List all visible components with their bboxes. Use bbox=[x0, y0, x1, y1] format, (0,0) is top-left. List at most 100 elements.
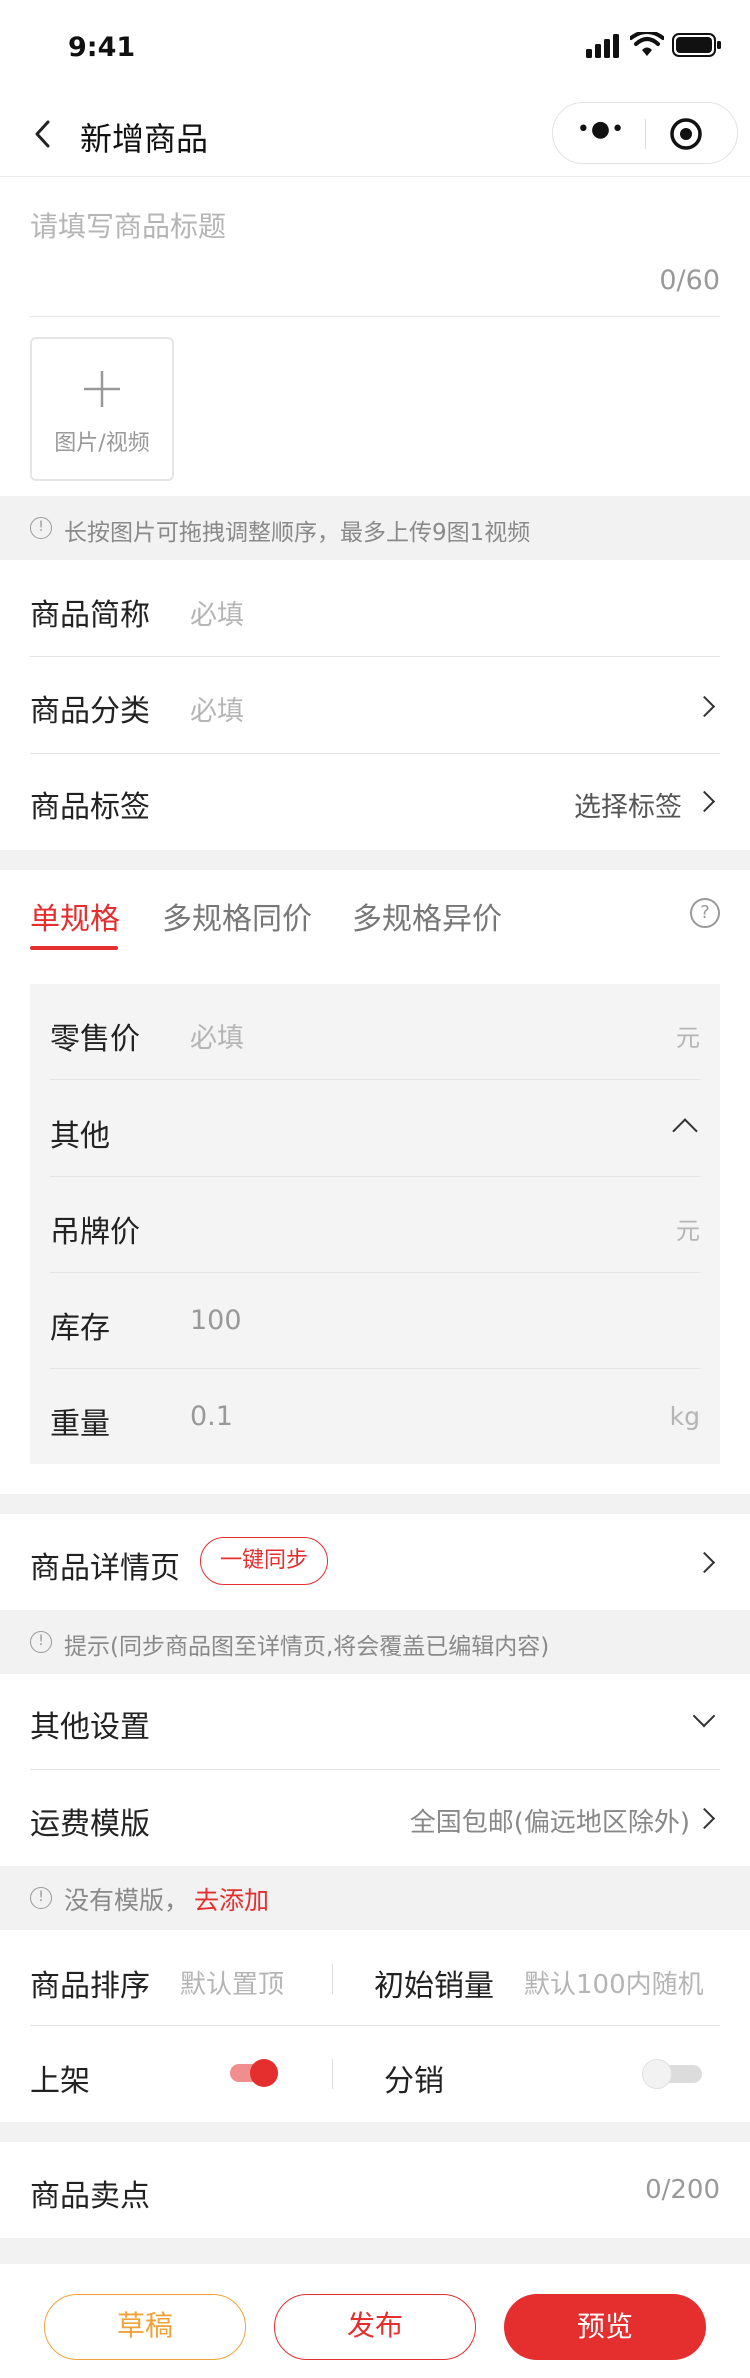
template-tip: 没有模版， bbox=[64, 1886, 190, 1915]
sort-input[interactable]: 默认置顶 bbox=[180, 1964, 284, 2001]
category-input[interactable]: 必填 bbox=[190, 689, 244, 728]
category-row[interactable]: 商品分类 必填 bbox=[0, 657, 750, 753]
title-divider bbox=[30, 316, 720, 317]
upload-tile[interactable]: 图片/视频 bbox=[30, 337, 174, 481]
title-section: 请填写商品标题 0/60 图片/视频 bbox=[0, 176, 750, 496]
tab-label: 单规格 bbox=[30, 902, 120, 937]
weight-label: 重量 bbox=[50, 1407, 110, 1442]
tags-row[interactable]: 商品标签 选择标签 bbox=[0, 754, 750, 850]
detail-tip-band: ! 提示(同步商品图至详情页,将会覆盖已编辑内容) bbox=[0, 1610, 750, 1674]
stock-input[interactable]: 100 bbox=[190, 1305, 242, 1336]
tag-price-label: 吊牌价 bbox=[50, 1215, 140, 1250]
shipping-template-label: 运费模版 bbox=[30, 1807, 150, 1842]
retail-price-unit: 元 bbox=[676, 1024, 700, 1052]
chevron-right-icon bbox=[693, 695, 716, 718]
on-shelf-toggle[interactable] bbox=[230, 2059, 278, 2087]
title-counter: 0/60 bbox=[659, 265, 720, 296]
selling-point-counter: 0/200 bbox=[645, 2175, 720, 2205]
stock-row[interactable]: 库存 100 bbox=[30, 1273, 720, 1368]
on-shelf-label: 上架 bbox=[30, 2064, 90, 2099]
sync-button[interactable]: 一键同步 bbox=[200, 1537, 328, 1585]
section-gap bbox=[0, 1494, 750, 1514]
selling-point-row[interactable]: 商品卖点 0/200 bbox=[0, 2142, 750, 2238]
weight-row[interactable]: 重量 0.1 kg bbox=[30, 1369, 720, 1464]
stock-label: 库存 bbox=[50, 1311, 110, 1346]
back-icon[interactable] bbox=[30, 118, 60, 150]
retail-price-row[interactable]: 零售价 必填 元 bbox=[30, 984, 720, 1079]
tab-single-spec[interactable]: 单规格 bbox=[30, 894, 120, 954]
nav-bar: 新增商品 •●• bbox=[0, 90, 750, 176]
other-label: 其他 bbox=[50, 1119, 110, 1154]
chevron-right-icon bbox=[693, 1551, 716, 1574]
add-template-link[interactable]: 去添加 bbox=[194, 1881, 269, 1917]
section-gap bbox=[0, 2238, 750, 2264]
chevron-up-icon bbox=[672, 1118, 698, 1144]
section-gap bbox=[0, 850, 750, 870]
other-settings-label: 其他设置 bbox=[30, 1710, 150, 1745]
other-settings-section: 其他设置 运费模版 全国包邮(偏远地区除外) bbox=[0, 1674, 750, 1866]
info-icon: ! bbox=[30, 517, 52, 539]
battery-icon bbox=[672, 33, 722, 57]
tab-multi-spec-diff-price[interactable]: 多规格异价 bbox=[352, 894, 502, 938]
upload-label: 图片/视频 bbox=[54, 431, 150, 456]
other-settings-row[interactable]: 其他设置 bbox=[0, 1674, 750, 1769]
tags-value: 选择标签 bbox=[574, 792, 682, 823]
options-section: 商品排序 默认置顶 初始销量 默认100内随机 上架 分销 bbox=[0, 1930, 750, 2122]
section-gap bbox=[0, 2122, 750, 2142]
info-icon: ! bbox=[30, 1887, 52, 1909]
weight-input[interactable]: 0.1 bbox=[190, 1401, 233, 1432]
shipping-template-row[interactable]: 运费模版 全国包邮(偏远地区除外) bbox=[0, 1770, 750, 1866]
shipping-template-value: 全国包邮(偏远地区除外) bbox=[409, 1808, 690, 1838]
more-dots-icon[interactable]: •●• bbox=[575, 117, 627, 142]
distribution-toggle[interactable] bbox=[642, 2059, 702, 2089]
upload-tip-band: ! 长按图片可拖拽调整顺序，最多上传9图1视频 bbox=[0, 496, 750, 560]
capsule-menu: •●• bbox=[552, 102, 738, 164]
selling-point-label: 商品卖点 bbox=[30, 2179, 150, 2214]
title-input[interactable]: 请填写商品标题 bbox=[30, 205, 226, 245]
tag-price-unit: 元 bbox=[676, 1217, 700, 1245]
detail-page-label: 商品详情页 bbox=[30, 1551, 180, 1586]
initial-sales-label: 初始销量 bbox=[374, 1969, 494, 2004]
wifi-icon bbox=[629, 30, 665, 58]
chevron-right-icon bbox=[693, 790, 716, 813]
detail-page-row[interactable]: 商品详情页 一键同步 bbox=[0, 1514, 750, 1610]
footer-bar: 草稿 发布 预览 bbox=[0, 2264, 750, 2378]
initial-sales-input[interactable]: 默认100内随机 bbox=[524, 1964, 704, 2001]
weight-unit: kg bbox=[669, 1402, 700, 1431]
capsule-divider bbox=[645, 119, 646, 149]
status-bar: 9:41 bbox=[0, 0, 750, 90]
spec-section: 单规格 多规格同价 多规格异价 ? 零售价 必填 元 其他 吊牌价 元 库存 1… bbox=[0, 870, 750, 1494]
category-label: 商品分类 bbox=[30, 694, 150, 729]
detail-tip: 提示(同步商品图至详情页,将会覆盖已编辑内容) bbox=[64, 1634, 550, 1660]
preview-button[interactable]: 预览 bbox=[504, 2294, 706, 2360]
short-name-label: 商品简称 bbox=[30, 598, 150, 633]
plus-icon bbox=[82, 369, 122, 409]
question-icon[interactable]: ? bbox=[690, 898, 720, 928]
field-separator bbox=[332, 1964, 333, 1994]
info-icon: ! bbox=[30, 1631, 52, 1653]
template-tip-band: ! 没有模版， 去添加 bbox=[0, 1866, 750, 1930]
page-title: 新增商品 bbox=[80, 120, 209, 158]
tags-label: 商品标签 bbox=[30, 790, 150, 825]
retail-price-label: 零售价 bbox=[50, 1022, 140, 1057]
tab-underline bbox=[30, 946, 118, 950]
sort-label: 商品排序 bbox=[30, 1969, 150, 2004]
target-icon[interactable] bbox=[669, 117, 703, 151]
tag-price-row[interactable]: 吊牌价 元 bbox=[30, 1177, 720, 1272]
draft-button[interactable]: 草稿 bbox=[44, 2294, 246, 2360]
upload-tip: 长按图片可拖拽调整顺序，最多上传9图1视频 bbox=[64, 520, 531, 546]
publish-button[interactable]: 发布 bbox=[274, 2294, 476, 2360]
spec-card: 零售价 必填 元 其他 吊牌价 元 库存 100 重量 0.1 kg bbox=[30, 984, 720, 1464]
tab-multi-spec-same-price[interactable]: 多规格同价 bbox=[162, 894, 312, 938]
distribution-label: 分销 bbox=[384, 2064, 444, 2099]
retail-price-input[interactable]: 必填 bbox=[190, 1016, 244, 1055]
chevron-down-icon bbox=[692, 1704, 716, 1728]
status-time: 9:41 bbox=[68, 32, 136, 63]
other-toggle-row[interactable]: 其他 bbox=[30, 1080, 720, 1176]
divider bbox=[30, 2025, 720, 2026]
basic-info-section: 商品简称 必填 商品分类 必填 商品标签 选择标签 bbox=[0, 560, 750, 850]
field-separator bbox=[332, 2059, 333, 2089]
signal-icon bbox=[586, 34, 622, 58]
short-name-input[interactable]: 必填 bbox=[190, 593, 244, 632]
short-name-row[interactable]: 商品简称 必填 bbox=[0, 560, 750, 656]
